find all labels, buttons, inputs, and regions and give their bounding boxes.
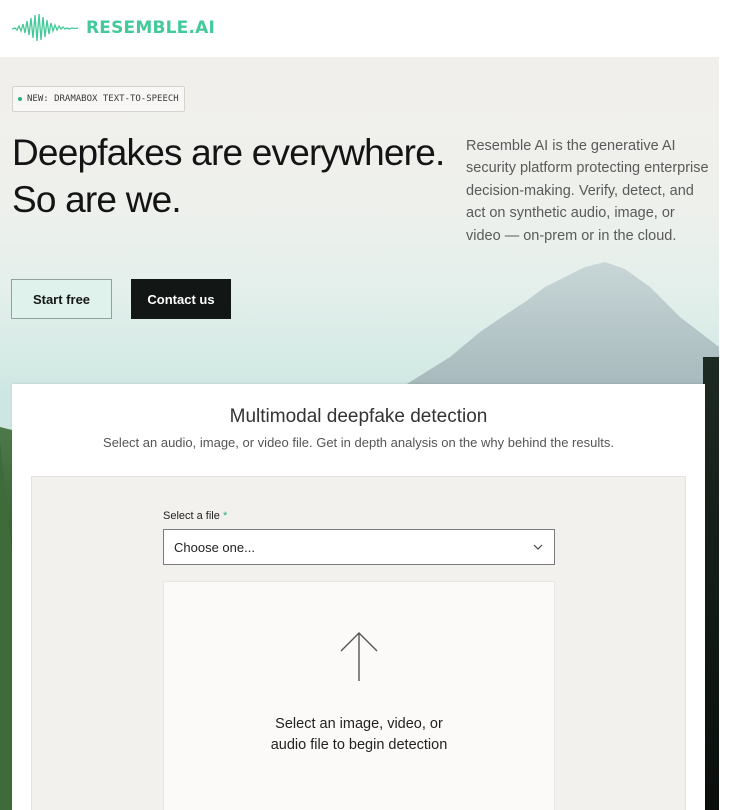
headline-line-1: Deepfakes are everywhere. (12, 132, 445, 173)
waveform-logo-icon (12, 13, 78, 42)
select-value: Choose one... (174, 539, 255, 555)
detection-title: Multimodal deepfake detection (229, 406, 488, 427)
announcement-badge[interactable]: NEW: DRAMABOX TEXT-TO-SPEECH (12, 86, 185, 112)
file-type-select[interactable]: Choose one... (163, 529, 555, 565)
file-select-label: Select a file * (163, 510, 227, 522)
hero-description: Resemble AI is the generative AI securit… (466, 138, 709, 244)
headline-line-2: So are we. (12, 179, 182, 220)
brand-name: RESEMBLE.AI (86, 18, 216, 38)
hero-headline: Deepfakes are everywhere. So are we. (12, 129, 462, 223)
file-select-label-text: Select a file (163, 510, 220, 522)
announcement-text: NEW: DRAMABOX TEXT-TO-SPEECH (27, 94, 179, 104)
dropzone-line-1: Select an image, video, or (275, 716, 443, 732)
detection-subtitle: Select an audio, image, or video file. G… (103, 435, 614, 450)
contact-us-button[interactable]: Contact us (131, 279, 231, 319)
page: RESEMBLE.AI NEW: DRAMABOX TEXT-TO-SPEECH… (0, 0, 729, 810)
detection-card: Multimodal deepfake detection Select an … (12, 384, 705, 810)
brand-logo[interactable]: RESEMBLE.AI (12, 12, 215, 44)
status-dot (18, 97, 22, 101)
upload-panel: Select a file * Choose one... Select an … (31, 476, 686, 810)
top-navigation: RESEMBLE.AI (0, 0, 729, 57)
dropzone-instructions: Select an image, video, or audio file to… (164, 714, 554, 756)
chevron-down-icon (533, 544, 543, 550)
hero-right-edge (703, 357, 719, 810)
required-mark: * (222, 510, 228, 522)
file-dropzone[interactable]: Select an image, video, or audio file to… (163, 581, 555, 810)
dropzone-line-2: audio file to begin detection (270, 737, 448, 753)
arrow-up-icon (340, 632, 378, 681)
start-free-button[interactable]: Start free (11, 279, 112, 319)
